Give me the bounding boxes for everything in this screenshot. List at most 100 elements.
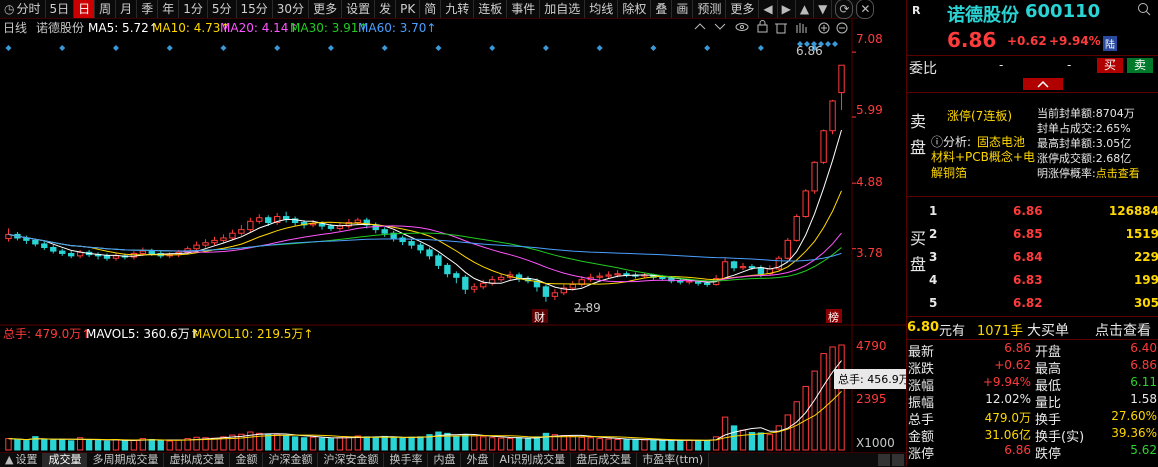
indicator-tab[interactable]: 市盈率(ttm) — [637, 453, 710, 467]
refresh-icon[interactable]: ⟳ — [835, 0, 854, 19]
search-icon[interactable] — [1137, 2, 1151, 19]
toolbar-item[interactable]: 均线 — [585, 0, 619, 18]
toolbar-item[interactable]: PK — [396, 0, 421, 18]
candle-body — [426, 249, 433, 257]
toolbar-item[interactable]: 事件 — [507, 0, 541, 18]
indicator-tab[interactable]: ▲ 设置 — [0, 453, 44, 467]
volume-bar — [265, 434, 272, 451]
nav-down-icon[interactable]: ▼ — [814, 0, 833, 18]
volume-bar — [408, 436, 415, 451]
stat-value: 6.86 — [1130, 358, 1157, 372]
toolbar-item[interactable]: 预测 — [693, 0, 727, 18]
indicator-tab[interactable]: 虚拟成交量 — [164, 453, 231, 467]
volume-bar — [318, 437, 326, 451]
volume-bar — [811, 370, 818, 451]
toolbar-item[interactable]: 画 — [672, 0, 694, 18]
toolbar-item[interactable]: 日 — [74, 0, 96, 18]
indicator-tab[interactable]: 内盘 — [428, 453, 462, 467]
volume-bar — [757, 432, 765, 451]
nav-up-icon[interactable]: ▲ — [796, 0, 815, 18]
stat-row: 涨幅 +9.94% 最低 6.11 — [907, 375, 1158, 394]
chevron-right-icon[interactable] — [892, 454, 904, 466]
last-price: 6.86 — [947, 28, 997, 52]
toolbar-item[interactable]: 季 — [137, 0, 159, 18]
indicator-tabs: ▲ 设置 成交量 多周期成交量 虚拟成交量 金额 沪深金额 沪深安金额 换手率 内盘 外盘 AI识别成… — [0, 452, 906, 467]
indicator-tab-label: 多周期成交量 — [92, 453, 159, 466]
stat-value: 5.62 — [1130, 443, 1157, 457]
big-buy-row[interactable]: 6.80 元有 1071手 大买单 点击查看 — [907, 318, 1158, 340]
indicator-tab[interactable]: AI识别成交量 — [494, 453, 572, 467]
indicator-tab[interactable]: 换手率 — [384, 453, 429, 467]
candle-body — [811, 161, 818, 192]
indicator-tab-label: 内盘 — [433, 453, 456, 466]
toolbar-item[interactable]: 加自选 — [540, 0, 586, 18]
bid-price: 6.82 — [1013, 296, 1043, 310]
toolbar-item[interactable]: 除权 — [618, 0, 652, 18]
volume-tooltip-text: 总手: 456.9万 — [838, 372, 906, 386]
buy-side-label: 买盘 — [910, 229, 927, 274]
volume-bar — [596, 438, 603, 451]
buy-button[interactable]: 买 — [1097, 58, 1123, 73]
volume-bar — [677, 440, 684, 451]
candle-body — [327, 225, 335, 229]
collapse-toggle[interactable] — [1023, 78, 1063, 90]
toolbar-item[interactable]: 更多 — [726, 0, 760, 18]
volume-bar — [820, 353, 827, 451]
chevron-left-icon[interactable] — [878, 454, 890, 466]
seal-order-list: 当前封单额:8704万 封单占成交:2.65% 最高封单额:3.05亿 涨停成交额:2… — [1037, 105, 1158, 180]
big-buy-link[interactable]: 点击查看 — [1095, 320, 1151, 340]
seal-label: 明涨停概率: — [1037, 167, 1096, 180]
toolbar-item[interactable]: 5日 — [46, 0, 75, 18]
indicator-tab[interactable]: 沪深金额 — [263, 453, 319, 467]
stat-value: 6.11 — [1130, 375, 1157, 389]
bid-level: 3 — [929, 250, 938, 264]
candle-body — [112, 255, 120, 259]
toolbar-item[interactable]: 九转 — [441, 0, 475, 18]
nav-right-icon[interactable]: ▶ — [778, 0, 796, 18]
toolbar-item[interactable]: 1分 — [179, 0, 208, 18]
indicator-tab[interactable]: 成交量 — [43, 453, 88, 467]
toolbar-item[interactable]: 30分 — [273, 0, 310, 18]
toolbar-item[interactable]: 周 — [95, 0, 117, 18]
nav-left-icon[interactable]: ◀ — [759, 0, 778, 18]
indicator-tab[interactable]: 外盘 — [461, 453, 495, 467]
kline-chart[interactable]: 日线 诺德股份 MA5: 5.72↑ MA10: 4.73↑ MA20: 4.1… — [0, 19, 906, 452]
toolbar-item[interactable]: 15分 — [237, 0, 273, 18]
toolbar-item[interactable]: 5分 — [208, 0, 237, 18]
toolbar-item[interactable]: 设置 — [342, 0, 376, 18]
candle-body — [453, 273, 460, 278]
candle-body — [471, 286, 478, 290]
toolbar-item[interactable]: 简 — [420, 0, 442, 18]
toolbar-item[interactable]: ◷ 分时 — [0, 0, 46, 18]
price-axis-label: 7.08 — [856, 32, 883, 46]
volume-bar — [695, 439, 702, 451]
seal-value: 2.65% — [1095, 122, 1131, 135]
toolbar-item[interactable]: 月 — [116, 0, 138, 18]
indicator-tab[interactable]: 沪深安金额 — [318, 453, 385, 467]
indicator-tab[interactable]: 金额 — [230, 453, 264, 467]
toolbar-item[interactable]: 连板 — [474, 0, 508, 18]
toolbar-item[interactable]: 年 — [158, 0, 180, 18]
volume-bar — [641, 439, 648, 451]
toolbar-item[interactable]: 发 — [375, 0, 397, 18]
close-icon[interactable]: ✕ — [856, 0, 875, 19]
toolbar-item[interactable]: 更多 — [309, 0, 343, 18]
mavol10-label: MAVOL10: 219.5万↑ — [192, 327, 313, 341]
toolbar-item[interactable]: 叠 — [651, 0, 673, 18]
volume-bar — [14, 438, 21, 451]
volume-bar — [569, 435, 576, 451]
bid-price: 6.86 — [1013, 204, 1043, 218]
volume-bar — [59, 438, 66, 451]
indicator-tab[interactable]: 盘后成交量 — [571, 453, 638, 467]
candle-body — [211, 239, 218, 244]
analysis-link[interactable]: 固态电池 — [977, 133, 1025, 150]
indicator-tab[interactable]: 多周期成交量 — [87, 453, 165, 467]
volume-bar — [130, 439, 138, 451]
volume-bar — [103, 440, 111, 451]
volume-bar — [50, 439, 57, 451]
chevron-up-icon — [1037, 80, 1049, 88]
sell-button[interactable]: 卖 — [1127, 58, 1153, 73]
seal-value[interactable]: 点击查看 — [1096, 167, 1140, 180]
seal-value: 3.05亿 — [1095, 137, 1132, 150]
volume-bar — [480, 436, 487, 451]
